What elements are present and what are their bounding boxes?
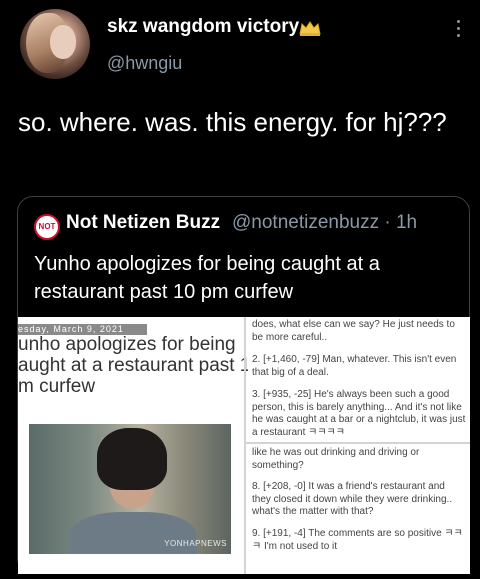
quoted-display-name[interactable]: Not Netizen Buzz [66, 212, 220, 234]
not-logo-icon: NOT [34, 214, 60, 240]
crown-emoji-icon [299, 21, 321, 36]
panel-divider [244, 442, 470, 444]
quoted-tweet-text: Yunho apologizes for being caught at a r… [34, 253, 380, 303]
tweet-text: so. where. was. this energy. for hj??? [18, 107, 447, 137]
quoted-handle-time: @notnetizenbuzz · 1h [232, 212, 418, 233]
comment-4: like he was out drinking and driving or … [252, 447, 420, 471]
author-display-name[interactable]: skz wangdom victory [107, 16, 299, 38]
comment-3: 3. [+935, -25] He's always been such a g… [252, 389, 466, 438]
article-photo: YONHAPNEWS [29, 424, 231, 554]
column-divider [244, 317, 246, 574]
avatar[interactable] [20, 9, 90, 79]
comment-5: 8. [+208, -0] It was a friend's restaura… [252, 481, 453, 517]
photo-watermark: YONHAPNEWS [164, 539, 227, 548]
comment-1: does, what else can we say? He just need… [252, 319, 455, 343]
comment-2: 2. [+1,460, -79] Man, whatever. This isn… [252, 354, 457, 378]
article-headline: unho apologizes for being aught at a res… [18, 334, 248, 397]
comment-6: 9. [+191, -4] The comments are so positi… [252, 528, 463, 552]
author-handle[interactable]: @hwngiu [107, 53, 182, 74]
more-options-icon[interactable] [456, 20, 462, 42]
